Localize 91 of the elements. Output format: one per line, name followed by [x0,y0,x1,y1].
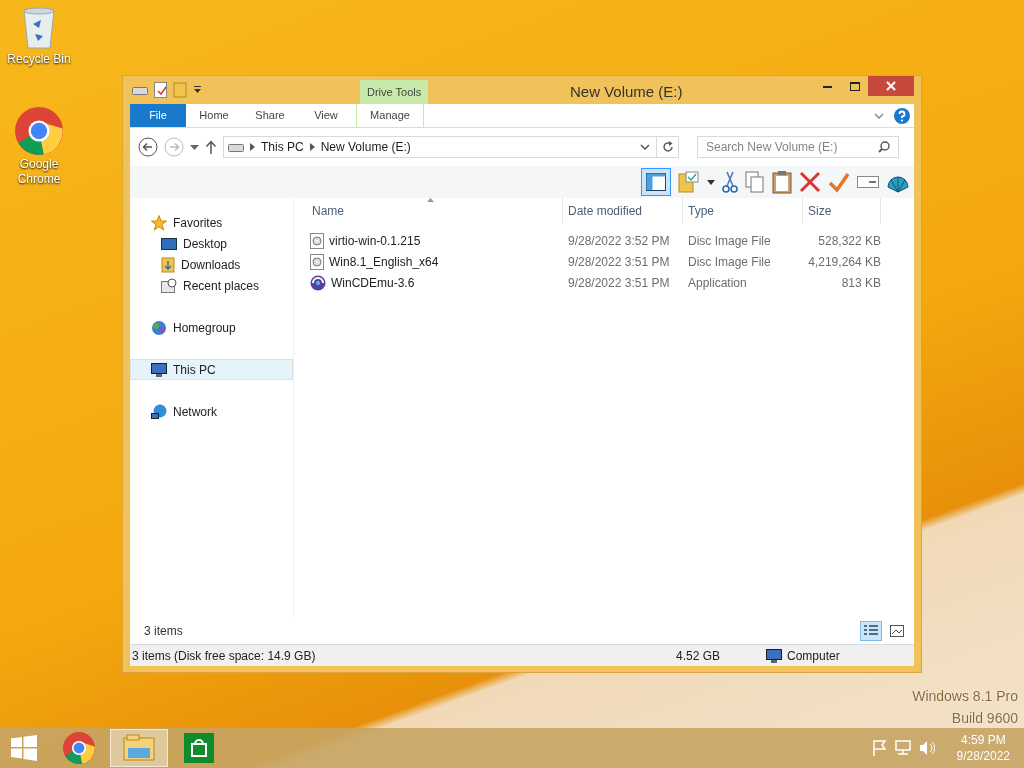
rename-icon[interactable] [857,174,879,190]
help-icon[interactable] [894,107,910,124]
status-size: 4.52 GB [676,647,722,665]
recycle-bin-icon [21,6,57,50]
drive-icon [132,85,148,95]
copy-icon[interactable] [745,171,765,193]
drive-icon [228,142,244,152]
address-bar[interactable]: This PC New Volume (E:) [223,136,679,158]
windows-logo-icon [11,735,37,761]
maximize-icon [849,81,860,91]
type-cell-text: Application [687,274,748,292]
contextual-tab-group-label: Drive Tools [360,80,429,104]
store-icon [184,733,214,763]
chrome-icon [63,732,95,764]
nav-item[interactable]: Network [130,401,293,422]
downloads-folder-icon [161,256,175,273]
nav-item[interactable]: Favorites [130,212,293,233]
os-version-text: Build 9600 [951,709,1018,728]
preview-pane-button[interactable] [641,168,671,196]
ribbon-tab[interactable]: Manage [356,104,424,127]
cut-icon[interactable] [722,171,738,193]
ribbon-tab[interactable]: Share [242,104,298,127]
caret-icon[interactable] [707,179,715,185]
properties-icon[interactable] [154,82,167,98]
chevron-right-icon [250,143,255,151]
details-view-button[interactable] [860,621,882,641]
nav-item[interactable]: Homegroup [130,317,293,338]
date-modified-cell-text: 9/28/2022 3:51 PM [567,274,671,292]
nav-item[interactable]: Desktop [130,233,293,254]
disc-image-file-icon [310,232,324,249]
close-icon [886,81,896,91]
ribbon-tab[interactable]: Home [186,104,242,127]
nav-item[interactable]: Downloads [130,254,293,275]
chevron-right-icon [309,143,315,151]
ribbon-tab[interactable]: View [298,104,354,127]
nav-item[interactable]: This PC [130,359,293,380]
checkmark-icon[interactable] [828,171,850,193]
minimize-icon [823,84,832,88]
large-icons-view-icon [890,625,904,637]
star-icon [151,214,167,231]
nav-item[interactable]: Recent places [130,275,293,296]
up-arrow-icon[interactable] [205,140,217,154]
window-title: New Volume (E:) [570,82,683,102]
column-header[interactable]: Date modified [563,198,683,224]
clock-time: 4:59 PM [960,732,1006,748]
status-text: 3 items (Disk free space: 14.9 GB) [131,647,317,665]
ribbon-tab[interactable]: File [130,104,186,127]
os-version-text: Windows 8.1 Pro [912,687,1018,706]
expand-ribbon-icon[interactable] [874,112,884,119]
recent-places-icon [161,277,177,294]
desktop-icon [161,237,177,250]
clock-date: 9/28/2022 [956,748,1010,764]
search-field[interactable]: Search New Volume (E:) [697,136,899,158]
size-cell-text: 813 KB [840,274,881,292]
disc-image-file-icon [310,253,324,270]
column-header[interactable]: Type [683,198,803,224]
type-cell-text: Disc Image File [687,232,772,250]
clipboard-icon[interactable] [772,170,792,194]
pane-icon [646,173,666,191]
sort-arrow-icon [427,198,434,202]
details-view-icon [864,625,878,637]
item-count: 3 items [144,623,183,640]
network-icon [151,403,167,420]
column-header[interactable]: Name [307,198,563,224]
file-explorer-icon [123,734,155,762]
date-modified-cell-text: 9/28/2022 3:52 PM [567,232,671,250]
date-modified-cell-text: 9/28/2022 3:51 PM [567,253,671,271]
size-cell-text: 4,219,264 KB [807,253,881,271]
breadcrumb[interactable]: New Volume (E:) [320,138,411,156]
homegroup-icon [151,319,167,336]
search-icon [878,141,890,153]
chrome-icon [15,107,63,155]
computer-icon [766,648,782,663]
column-header[interactable]: Size [803,198,881,224]
caret-icon[interactable] [193,86,202,94]
folder-icon[interactable] [678,171,700,193]
file-name[interactable]: WinCDEmu-3.6 [331,273,415,292]
size-cell-text: 528,322 KB [817,232,881,250]
close-button[interactable] [868,76,914,96]
type-cell-text: Disc Image File [687,253,772,271]
breadcrumb[interactable]: This PC [261,138,304,156]
back-icon[interactable] [138,137,158,157]
recent-locations-caret-icon[interactable] [190,144,199,150]
application-icon [310,274,326,291]
status-location: Computer [787,647,840,665]
delete-icon[interactable] [799,171,821,193]
dropdown-caret-icon[interactable] [640,144,650,150]
file-name[interactable]: virtio-win-0.1.215 [329,231,421,250]
computer-icon [151,362,167,377]
refresh-icon[interactable] [661,141,674,153]
file-name[interactable]: Win8.1_English_x64 [329,252,439,271]
